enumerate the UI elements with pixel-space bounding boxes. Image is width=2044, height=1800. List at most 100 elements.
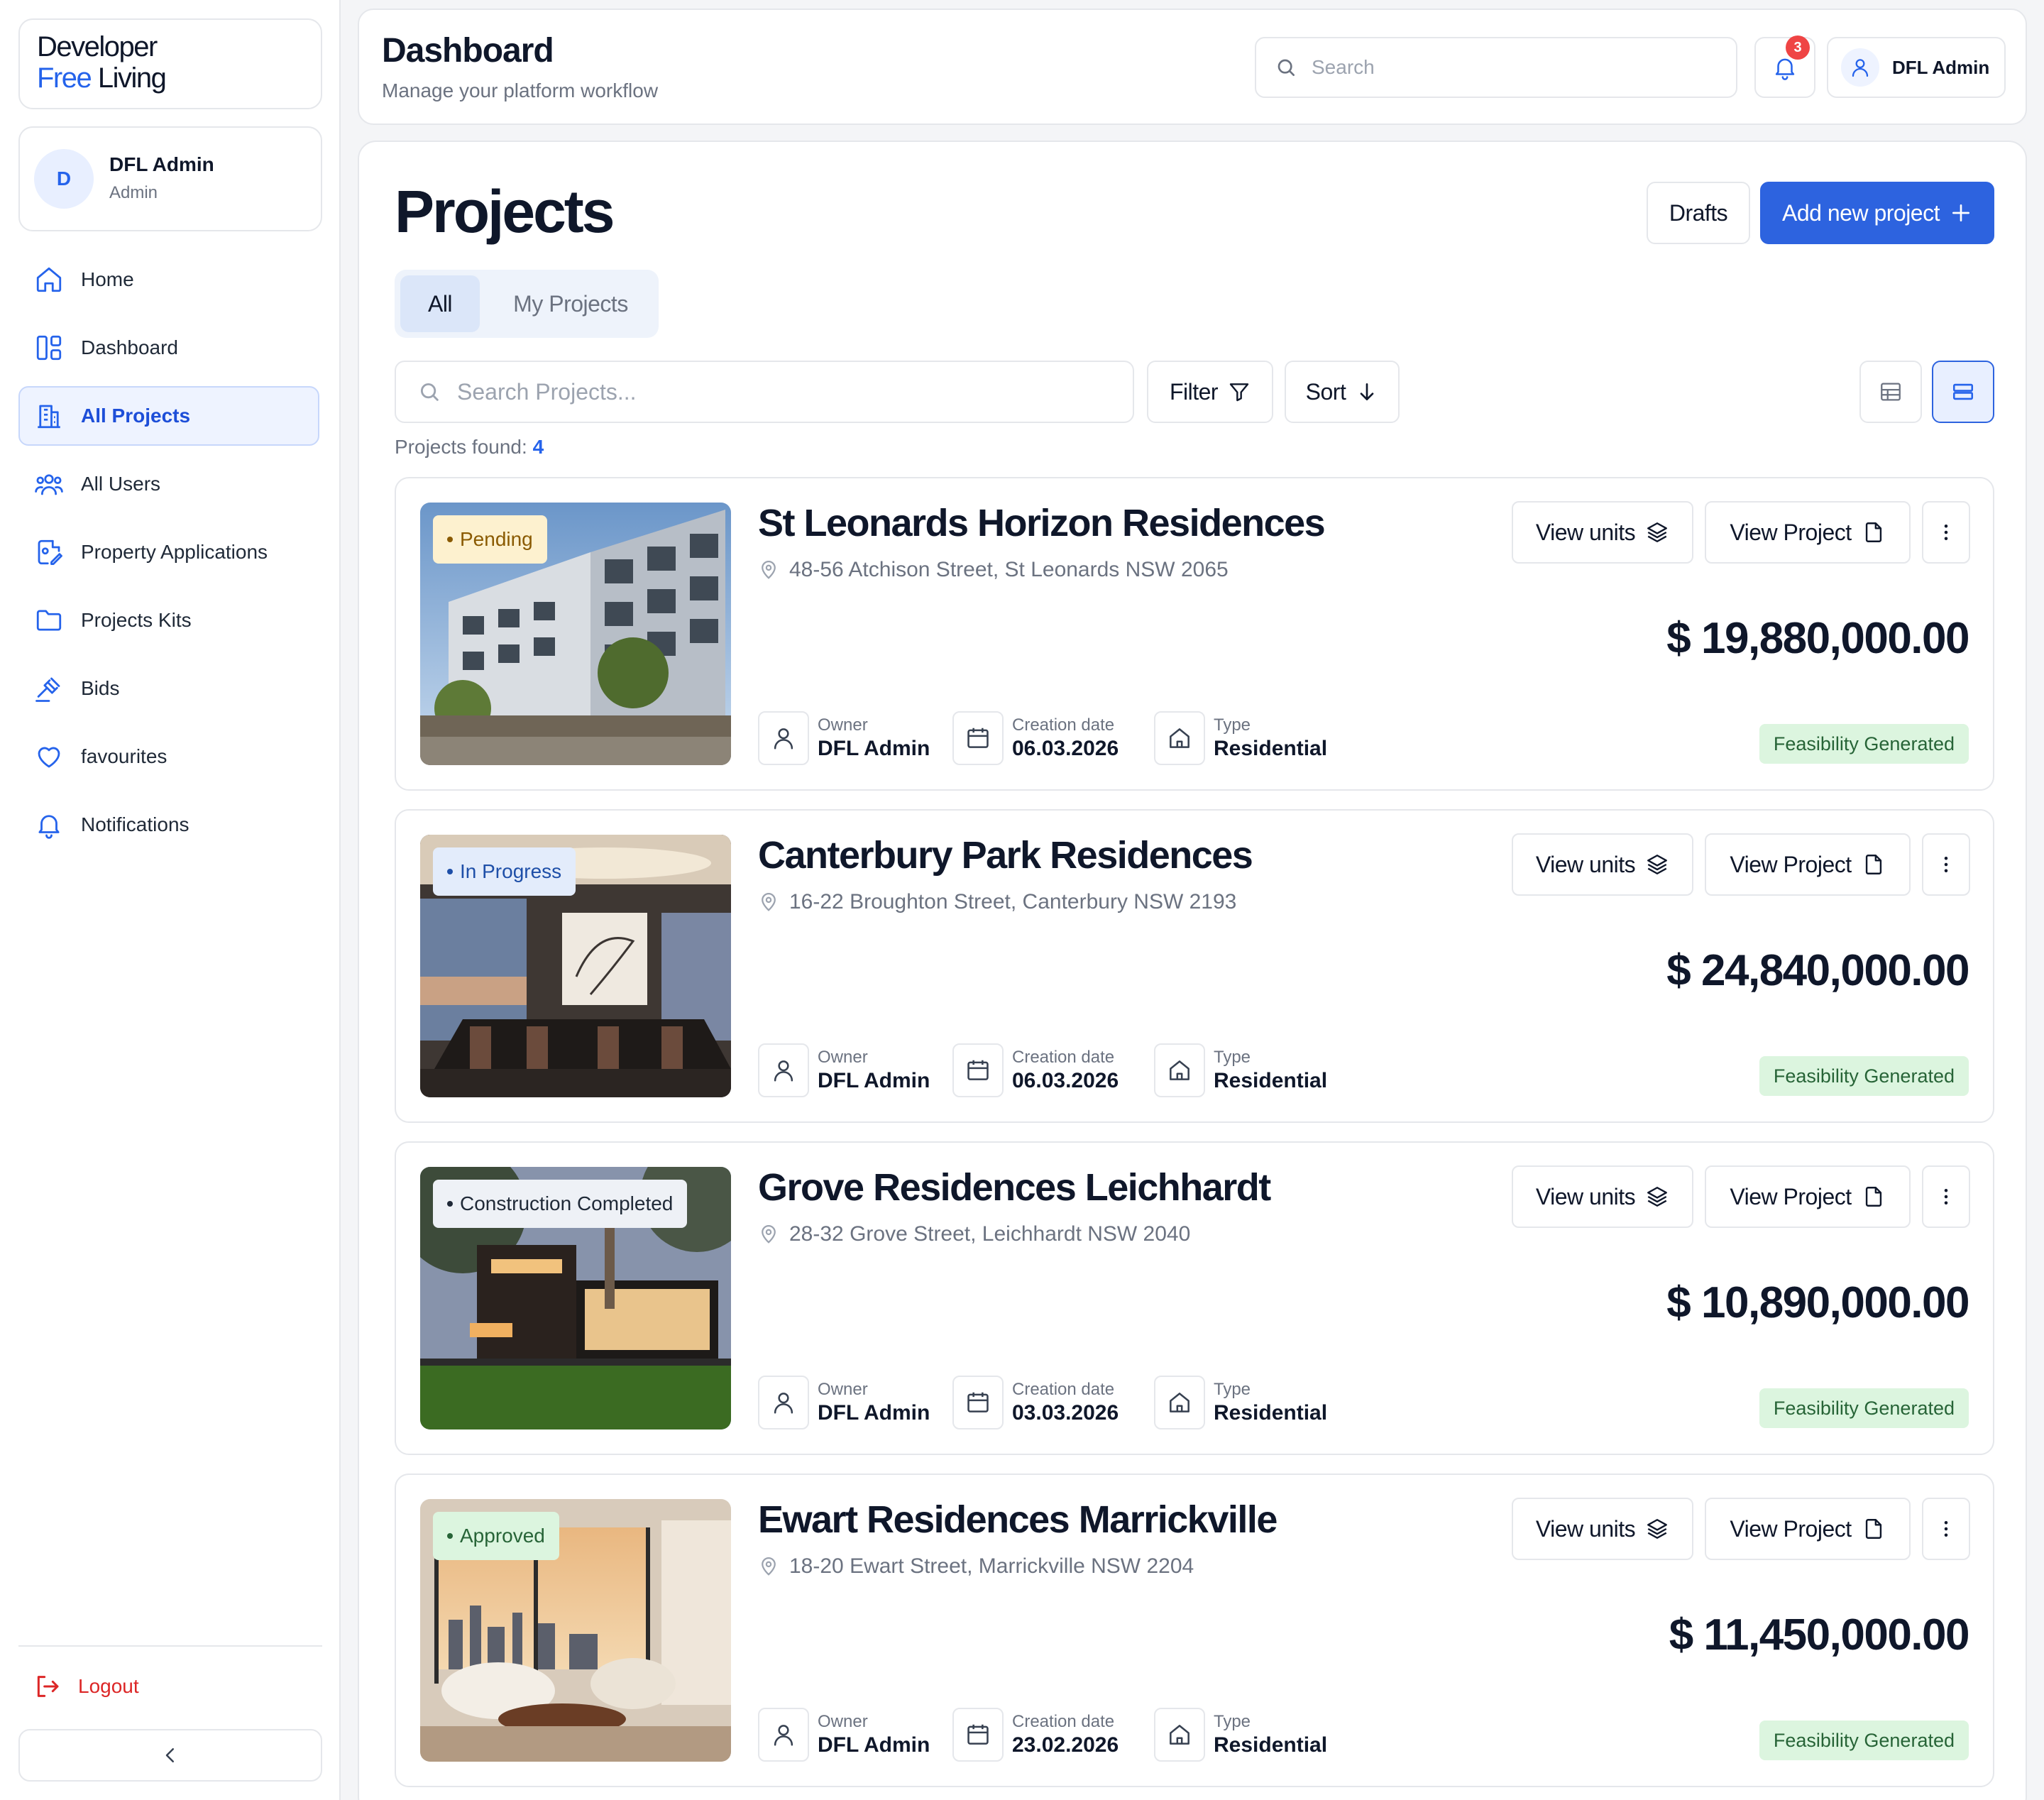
- sidebar-item-bids[interactable]: Bids: [18, 659, 319, 718]
- heart-icon: [38, 747, 60, 768]
- sidebar-profile[interactable]: D DFL Admin Admin: [18, 126, 322, 231]
- owner-meta: Owner DFL Admin: [758, 1708, 930, 1762]
- owner-value: DFL Admin: [818, 737, 930, 760]
- project-card[interactable]: Pending St Leonards Horizon Residences 4…: [395, 477, 1994, 791]
- owner-value: DFL Admin: [818, 1401, 930, 1425]
- sidebar-item-projects-kits[interactable]: Projects Kits: [18, 591, 319, 650]
- more-vertical-icon: [1944, 857, 1948, 872]
- project-title[interactable]: Canterbury Park Residences: [758, 833, 1253, 877]
- project-card[interactable]: In Progress Canterbury Park Residences 1…: [395, 809, 1994, 1123]
- calendar-icon-box: [952, 711, 1004, 765]
- project-image[interactable]: Approved: [420, 1499, 731, 1762]
- brand-living: Living: [91, 62, 167, 94]
- creation-date-value: 06.03.2026: [1012, 1069, 1119, 1092]
- project-address: 28-32 Grove Street, Leichhardt NSW 2040: [758, 1222, 1190, 1246]
- project-image[interactable]: Construction Completed: [420, 1167, 731, 1429]
- sidebar-item-notifications[interactable]: Notifications: [18, 795, 319, 855]
- sidebar-item-all-users[interactable]: All Users: [18, 454, 319, 514]
- owner-label: Owner: [818, 1048, 868, 1067]
- header-search[interactable]: [1255, 37, 1737, 98]
- status-dot: [447, 869, 453, 874]
- header-search-input[interactable]: [1312, 56, 1709, 79]
- view-project-button[interactable]: View Project: [1705, 1165, 1911, 1228]
- calendar-icon-box: [952, 1708, 1004, 1762]
- filter-button[interactable]: Filter: [1147, 361, 1273, 423]
- projects-found: Projects found: 4: [395, 436, 544, 459]
- notifications-button[interactable]: 3: [1754, 35, 1815, 98]
- document-icon: [1865, 855, 1881, 874]
- project-card[interactable]: Approved Ewart Residences Marrickville 1…: [395, 1474, 1994, 1787]
- profile-role: Admin: [109, 183, 158, 202]
- collapse-sidebar-button[interactable]: [18, 1729, 322, 1782]
- tab-all[interactable]: All: [400, 275, 480, 332]
- more-options-button[interactable]: [1922, 1165, 1970, 1228]
- feasibility-badge: Feasibility Generated: [1759, 1056, 1969, 1096]
- house-icon: [1170, 1060, 1189, 1080]
- top-header: Dashboard Manage your platform workflow …: [358, 9, 2027, 125]
- view-units-button[interactable]: View units: [1512, 1165, 1693, 1228]
- project-search[interactable]: [395, 361, 1134, 423]
- project-price: $ 19,880,000.00: [1666, 614, 1969, 663]
- address-text: 28-32 Grove Street, Leichhardt NSW 2040: [789, 1222, 1191, 1246]
- home-icon-box: [1154, 1043, 1205, 1097]
- house-icon: [1170, 728, 1189, 748]
- grid-view-button[interactable]: [1859, 361, 1922, 423]
- calendar-icon: [967, 1724, 989, 1745]
- user-icon: [774, 1725, 793, 1746]
- view-project-button[interactable]: View Project: [1705, 1498, 1911, 1560]
- project-title[interactable]: St Leonards Horizon Residences: [758, 501, 1326, 545]
- sidebar-item-property-applications[interactable]: Property Applications: [18, 522, 319, 582]
- chevron-left-icon: [165, 1748, 174, 1762]
- document-icon: [1865, 522, 1881, 542]
- user-menu-button[interactable]: DFL Admin: [1827, 37, 2006, 98]
- sort-button[interactable]: Sort: [1285, 361, 1400, 423]
- more-options-button[interactable]: [1922, 501, 1970, 564]
- more-options-button[interactable]: [1922, 833, 1970, 896]
- house-icon: [1170, 1725, 1189, 1745]
- view-units-button[interactable]: View units: [1512, 501, 1693, 564]
- view-project-button[interactable]: View Project: [1705, 501, 1911, 564]
- project-price: $ 11,450,000.00: [1669, 1610, 1970, 1659]
- logout-button[interactable]: Logout: [18, 1658, 319, 1715]
- project-card[interactable]: Construction Completed Grove Residences …: [395, 1141, 1994, 1455]
- users-icon: [35, 474, 63, 495]
- owner-meta: Owner DFL Admin: [758, 1043, 930, 1097]
- sidebar-item-dashboard[interactable]: Dashboard: [18, 318, 319, 378]
- owner-value: DFL Admin: [818, 1069, 930, 1092]
- view-project-button[interactable]: View Project: [1705, 833, 1911, 896]
- brand-logo[interactable]: Developer Free Living: [18, 18, 322, 109]
- sidebar-item-label: Home: [81, 268, 134, 290]
- project-image[interactable]: In Progress: [420, 835, 731, 1097]
- location-pin-icon: [762, 1225, 776, 1244]
- home-icon-box: [1154, 711, 1205, 765]
- feasibility-badge: Feasibility Generated: [1759, 1388, 1969, 1428]
- sidebar-divider: [18, 1645, 322, 1647]
- arrow-down-icon: [1361, 383, 1374, 400]
- gavel-icon: [35, 677, 60, 702]
- list-view-button[interactable]: [1932, 361, 1994, 423]
- view-units-button[interactable]: View units: [1512, 1498, 1693, 1560]
- sidebar-item-home[interactable]: Home: [18, 250, 319, 309]
- project-title[interactable]: Ewart Residences Marrickville: [758, 1498, 1278, 1542]
- type-value: Residential: [1214, 1733, 1328, 1757]
- status-dot: [447, 1201, 453, 1207]
- building-icon: [38, 405, 60, 429]
- type-label: Type: [1214, 1048, 1251, 1067]
- creation-date-label: Creation date: [1012, 1380, 1115, 1399]
- add-new-project-button[interactable]: Add new project: [1760, 182, 1994, 244]
- tab-my-projects[interactable]: My Projects: [488, 275, 653, 332]
- status-badge: Construction Completed: [433, 1180, 688, 1228]
- project-search-input[interactable]: [457, 378, 1096, 405]
- more-vertical-icon: [1944, 525, 1948, 540]
- view-units-button[interactable]: View units: [1512, 833, 1693, 896]
- drafts-button[interactable]: Drafts: [1647, 182, 1750, 244]
- sidebar-nav: Home Dashboard All Projects All Users Pr…: [18, 250, 319, 863]
- view-units-label: View units: [1535, 851, 1636, 877]
- project-image[interactable]: Pending: [420, 503, 731, 765]
- more-options-button[interactable]: [1922, 1498, 1970, 1560]
- sidebar-item-favourites[interactable]: favourites: [18, 727, 319, 786]
- sidebar-item-all-projects[interactable]: All Projects: [18, 386, 319, 446]
- project-title[interactable]: Grove Residences Leichhardt: [758, 1165, 1271, 1209]
- calendar-icon-box: [952, 1043, 1004, 1097]
- status-badge: Pending: [433, 515, 547, 564]
